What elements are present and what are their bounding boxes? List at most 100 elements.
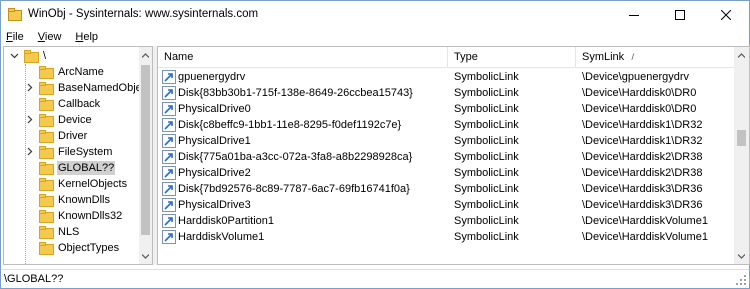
list-row[interactable]: Disk{83bb30b1-715f-138e-8649-26ccbea1574… (158, 85, 734, 101)
maximize-button[interactable] (657, 1, 703, 29)
list-row[interactable]: Disk{775a01ba-a3cc-072a-3fa8-a8b2298928c… (158, 149, 734, 165)
cell-type: SymbolicLink (454, 151, 519, 163)
minimize-button[interactable] (611, 1, 657, 29)
cell-symlink: \Device\gpuenergydrv (582, 71, 690, 83)
expand-chevron-icon[interactable] (25, 83, 34, 92)
cell-type: SymbolicLink (454, 167, 519, 179)
tree-item[interactable]: Driver (4, 128, 139, 144)
status-bar: \GLOBAL?? (1, 269, 749, 288)
symbolic-link-icon (162, 70, 176, 84)
folder-icon (39, 210, 54, 223)
cell-name: Disk{c8beffc9-1bb1-11e8-8295-f0def1192c7… (178, 119, 402, 131)
cell-name: gpuenergydrv (178, 71, 246, 83)
tree-item[interactable]: ArcName (4, 64, 139, 80)
folder-icon (39, 226, 54, 239)
cell-name: PhysicalDrive3 (178, 199, 251, 211)
tree-item-label: ObjectTypes (58, 242, 120, 254)
title-bar[interactable]: WinObj - Sysinternals: www.sysinternals.… (1, 1, 749, 29)
column-header-type[interactable]: Type (448, 47, 576, 68)
cell-symlink: \Device\Harddisk1\DR32 (582, 119, 703, 131)
tree-item[interactable]: KnownDlls32 (4, 208, 139, 224)
tree-item[interactable]: KernelObjects (4, 176, 139, 192)
tree-item-label: NLS (58, 226, 80, 238)
symbolic-link-icon (162, 118, 176, 132)
cell-name: PhysicalDrive1 (178, 135, 251, 147)
object-tree[interactable]: \ ArcName BaseNamedObjects Callback Device D… (3, 46, 153, 265)
object-list[interactable]: Name Type SymLink / gpuenergydrv Symbolic… (157, 46, 750, 265)
list-row[interactable]: PhysicalDrive1 SymbolicLink \Device\Harddi… (158, 133, 734, 149)
menu-view[interactable]: View (38, 29, 62, 45)
tree-item[interactable]: KnownDlls (4, 192, 139, 208)
cell-type: SymbolicLink (454, 199, 519, 211)
expand-chevron-icon[interactable] (25, 115, 34, 124)
tree-item[interactable]: FileSystem (4, 144, 139, 160)
cell-type: SymbolicLink (454, 87, 519, 99)
folder-icon (39, 146, 54, 159)
folder-icon (39, 114, 54, 127)
cell-name: Disk{775a01ba-a3cc-072a-3fa8-a8b2298928c… (178, 151, 413, 163)
menu-bar: File View Help (1, 29, 749, 45)
cell-symlink: \Device\Harddisk3\DR36 (582, 183, 703, 195)
list-row[interactable]: Harddisk0Partition1 SymbolicLink \Device\H… (158, 213, 734, 229)
cell-symlink: \Device\Harddisk0\DR0 (582, 87, 697, 99)
tree-item-label: KnownDlls32 (58, 210, 123, 222)
column-header-symlink[interactable]: SymLink / (576, 47, 734, 68)
scroll-down-icon[interactable] (139, 250, 152, 263)
column-header-type-label: Type (454, 51, 478, 63)
app-window: WinObj - Sysinternals: www.sysinternals.… (0, 0, 750, 289)
tree-item[interactable]: BaseNamedObjects (4, 80, 152, 96)
cell-type: SymbolicLink (454, 183, 519, 195)
symbolic-link-icon (162, 134, 176, 148)
resize-grip-icon[interactable] (735, 274, 747, 286)
folder-icon (39, 130, 54, 143)
tree-scrollbar[interactable] (139, 47, 152, 264)
tree-item[interactable]: ObjectTypes (4, 240, 139, 256)
list-row[interactable]: Disk{c8beffc9-1bb1-11e8-8295-f0def1192c7… (158, 117, 734, 133)
tree-item-label: Device (58, 114, 92, 126)
symbolic-link-icon (162, 166, 176, 180)
tree-item-label: GLOBAL?? (57, 161, 116, 175)
tree-item[interactable]: NLS (4, 224, 139, 240)
close-icon (721, 10, 731, 20)
tree-item[interactable]: Device (4, 112, 139, 128)
collapse-chevron-icon[interactable] (10, 51, 19, 60)
scroll-down-icon[interactable] (735, 250, 748, 263)
cell-name: Disk{7bd92576-8c89-7787-6ac7-69fb16741f0… (178, 183, 410, 195)
tree-root-label: \ (43, 50, 47, 62)
tree-item[interactable]: Callback (4, 96, 139, 112)
tree-item-label: Driver (58, 130, 88, 142)
tree-scroll-thumb[interactable] (141, 65, 150, 235)
cell-symlink: \Device\Harddisk2\DR38 (582, 167, 703, 179)
cell-symlink: \Device\HarddiskVolume1 (582, 231, 708, 243)
cell-type: SymbolicLink (454, 119, 519, 131)
cell-type: SymbolicLink (454, 135, 519, 147)
folder-icon (39, 98, 54, 111)
list-row[interactable]: Disk{7bd92576-8c89-7787-6ac7-69fb16741f0… (158, 181, 734, 197)
list-scroll-thumb[interactable] (737, 130, 746, 146)
list-row[interactable]: gpuenergydrv SymbolicLink \Device\gpuenerg… (158, 69, 734, 85)
list-row[interactable]: PhysicalDrive3 SymbolicLink \Device\Harddi… (158, 197, 734, 213)
tree-item-label: KernelObjects (58, 178, 128, 190)
tree-item-label: KnownDlls (58, 194, 110, 206)
symbolic-link-icon (162, 198, 176, 212)
winobj-app-icon[interactable] (8, 8, 22, 21)
expand-chevron-icon[interactable] (25, 147, 34, 156)
list-scrollbar[interactable] (734, 47, 749, 264)
scroll-up-icon[interactable] (139, 49, 152, 62)
list-row[interactable]: HarddiskVolume1 SymbolicLink \Device\Hardd… (158, 229, 734, 245)
list-row[interactable]: PhysicalDrive2 SymbolicLink \Device\Harddi… (158, 165, 734, 181)
scroll-up-icon[interactable] (735, 49, 748, 62)
cell-name: Harddisk0Partition1 (178, 215, 274, 227)
tree-item[interactable]: GLOBAL?? (4, 160, 139, 176)
cell-name: PhysicalDrive2 (178, 167, 251, 179)
folder-icon (24, 50, 39, 63)
menu-file[interactable]: File (6, 29, 24, 45)
symbolic-link-icon (162, 214, 176, 228)
column-header-name[interactable]: Name (158, 47, 448, 68)
close-button[interactable] (703, 1, 749, 29)
column-header-name-label: Name (164, 51, 194, 63)
tree-root[interactable]: \ (4, 48, 139, 64)
menu-help[interactable]: Help (75, 29, 98, 45)
cell-symlink: \Device\HarddiskVolume1 (582, 215, 708, 227)
list-row[interactable]: PhysicalDrive0 SymbolicLink \Device\Harddi… (158, 101, 734, 117)
